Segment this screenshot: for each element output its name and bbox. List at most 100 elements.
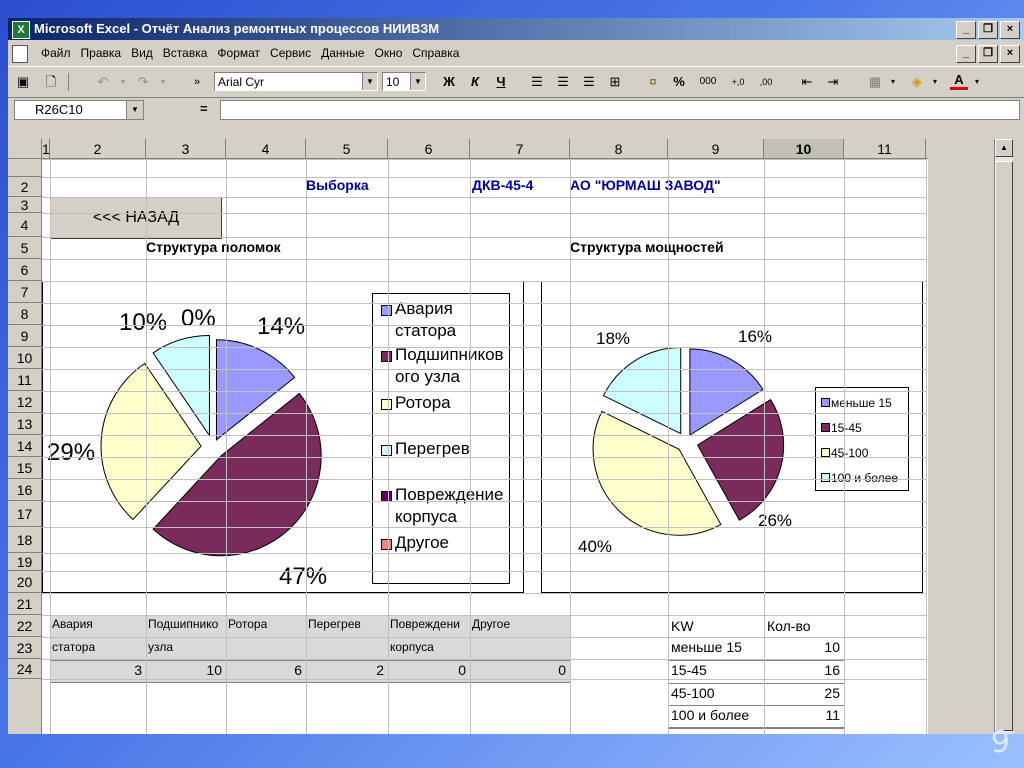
close-button[interactable]: ×: [1000, 21, 1020, 39]
row-header[interactable]: 23: [8, 637, 42, 659]
restore-button[interactable]: ❐: [978, 21, 998, 39]
toolbar-options-icon[interactable]: »: [188, 73, 206, 91]
row-header[interactable]: 3: [8, 197, 42, 213]
column-header[interactable]: 5: [306, 139, 388, 159]
borders-dropdown-icon[interactable]: ▾: [884, 73, 902, 91]
bold-button[interactable]: Ж: [440, 73, 458, 91]
column-header[interactable]: 4: [226, 139, 306, 159]
underline-button[interactable]: Ч: [492, 73, 510, 91]
row-header[interactable]: 15: [8, 457, 42, 479]
vertical-scrollbar[interactable]: ▲: [994, 139, 1013, 734]
column-header[interactable]: 11: [844, 139, 926, 159]
column-header[interactable]: 3: [146, 139, 226, 159]
power-header-cell: Кол-во: [767, 618, 811, 634]
borders-icon[interactable]: ▦: [866, 73, 884, 91]
excel-app-icon[interactable]: X: [12, 21, 30, 39]
row-header[interactable]: 17: [8, 501, 42, 527]
menu-item[interactable]: Формат: [212, 41, 265, 65]
menu-item[interactable]: Правка: [76, 41, 127, 65]
font-size-select[interactable]: 10 ▼: [382, 72, 426, 91]
row-header[interactable]: 13: [8, 413, 42, 435]
decrease-decimal-button[interactable]: ,00: [754, 73, 778, 91]
doc-restore-button[interactable]: ❐: [978, 45, 998, 63]
column-header[interactable]: 8: [570, 139, 668, 159]
row-header[interactable]: 12: [8, 391, 42, 413]
select-all-corner[interactable]: [8, 139, 42, 159]
row-header[interactable]: 4: [8, 213, 42, 237]
minimize-button[interactable]: _: [956, 21, 976, 39]
redo-icon[interactable]: ↷: [134, 73, 152, 91]
menu-item[interactable]: Вид: [126, 41, 158, 65]
row-header[interactable]: 10: [8, 347, 42, 369]
row-header[interactable]: 9: [8, 325, 42, 347]
menu-item[interactable]: Вставка: [158, 41, 213, 65]
undo-icon[interactable]: ↶: [94, 73, 112, 91]
row-header[interactable]: 6: [8, 259, 42, 281]
pie-slice[interactable]: [592, 410, 722, 536]
align-right-icon[interactable]: ☰: [580, 73, 598, 91]
increase-indent-icon[interactable]: ⇥: [824, 73, 842, 91]
fill-color-dropdown-icon[interactable]: ▾: [926, 73, 944, 91]
menu-item[interactable]: Данные: [316, 41, 369, 65]
name-box[interactable]: R26C10 ▼: [14, 100, 144, 120]
menu-item[interactable]: Файл: [36, 41, 76, 65]
column-header[interactable]: 10: [764, 139, 844, 159]
menu-item[interactable]: Справка: [407, 41, 464, 65]
chevron-down-icon[interactable]: ▼: [362, 73, 377, 90]
back-button[interactable]: <<< НАЗАД: [50, 197, 222, 239]
currency-icon[interactable]: ¤: [644, 73, 662, 91]
row-header[interactable]: 16: [8, 479, 42, 501]
column-header[interactable]: 6: [388, 139, 470, 159]
column-header[interactable]: 2: [50, 139, 146, 159]
doc-minimize-button[interactable]: _: [956, 45, 976, 63]
spreadsheet-grid[interactable]: 1 2 3 4 5 6 7 8 9 10 11 <<< НАЗАД Выборка ДКВ-45-4…: [8, 139, 928, 734]
row-header[interactable]: 5: [8, 237, 42, 259]
formula-input[interactable]: [220, 100, 1020, 120]
row-header[interactable]: 18: [8, 527, 42, 553]
column-header[interactable]: 9: [668, 139, 764, 159]
row-header[interactable]: 20: [8, 571, 42, 593]
align-left-icon[interactable]: ☰: [528, 73, 546, 91]
font-name-value: Arial Cyr: [218, 75, 265, 89]
row-header[interactable]: 21: [8, 593, 42, 615]
row-header[interactable]: 19: [8, 553, 42, 571]
font-color-icon[interactable]: A: [950, 73, 968, 90]
scroll-up-icon[interactable]: ▲: [995, 139, 1013, 157]
thousands-button[interactable]: 000: [696, 73, 720, 91]
row-header[interactable]: 2: [8, 177, 42, 197]
chevron-down-icon[interactable]: ▼: [126, 101, 143, 119]
undo-dropdown-icon[interactable]: ▾: [114, 73, 132, 91]
power-pie-chart[interactable]: 16% 26% 40% 18% меньше 15 15-45 45-100 100 и б…: [541, 281, 923, 593]
workbook-icon[interactable]: [12, 45, 28, 63]
row-header[interactable]: 7: [8, 281, 42, 303]
legend-label: Авария: [395, 299, 453, 318]
italic-button[interactable]: К: [466, 73, 484, 91]
chevron-down-icon[interactable]: ▼: [410, 73, 425, 90]
redo-dropdown-icon[interactable]: ▾: [154, 73, 172, 91]
row-header[interactable]: 22: [8, 615, 42, 637]
percent-button[interactable]: %: [670, 73, 688, 91]
fill-color-icon[interactable]: ◈: [908, 73, 926, 91]
company-name: АО "ЮРМАШ ЗАВОД": [570, 177, 721, 193]
menu-item[interactable]: Сервис: [265, 41, 316, 65]
menu-item[interactable]: Окно: [369, 41, 407, 65]
increase-decimal-button[interactable]: +,0: [726, 73, 750, 91]
formula-equals-icon[interactable]: =: [200, 101, 208, 116]
merge-center-icon[interactable]: ⊞: [606, 73, 624, 91]
column-header[interactable]: 7: [470, 139, 570, 159]
save-icon[interactable]: ▣: [14, 73, 32, 91]
breakdown-pie-chart[interactable]: 14% 47% 29% 10% 0% Авария статора Подшипников о…: [42, 281, 524, 593]
title-bar[interactable]: X Microsoft Excel - Отчёт Анализ ремонтн…: [8, 18, 1024, 40]
row-header[interactable]: 24: [8, 659, 42, 679]
print-preview-icon[interactable]: 🗋: [42, 73, 60, 91]
font-name-select[interactable]: Arial Cyr ▼: [214, 72, 378, 91]
row-header[interactable]: 11: [8, 369, 42, 391]
font-color-dropdown-icon[interactable]: ▾: [968, 73, 986, 91]
column-header[interactable]: 1: [42, 139, 50, 159]
row-header[interactable]: 8: [8, 303, 42, 325]
row-header[interactable]: 14: [8, 435, 42, 457]
align-center-icon[interactable]: ☰: [554, 73, 572, 91]
doc-close-button[interactable]: ×: [1000, 45, 1020, 63]
decrease-indent-icon[interactable]: ⇤: [798, 73, 816, 91]
scroll-thumb[interactable]: [995, 161, 1013, 731]
